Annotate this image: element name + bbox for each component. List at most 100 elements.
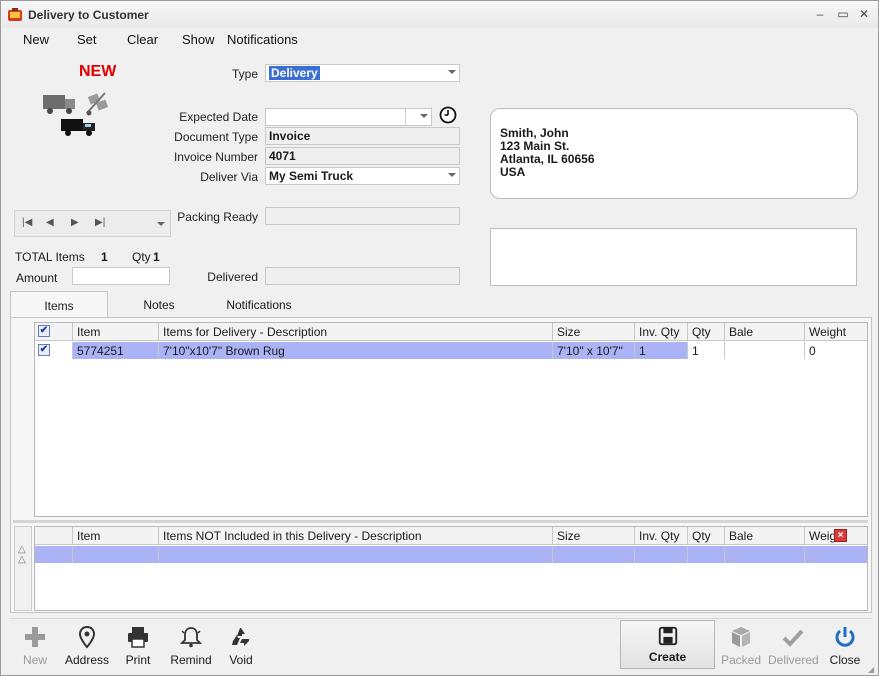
close-window-button[interactable]: ✕	[856, 6, 872, 22]
checkmark-icon	[782, 629, 804, 647]
address-line-country: USA	[500, 165, 526, 179]
grid-splitter[interactable]	[13, 520, 868, 523]
column-description[interactable]: Items NOT Included in this Delivery - De…	[159, 527, 553, 544]
table-row[interactable]: ✔ 5774251 7'10"x10'7" Brown Rug 7'10" x …	[35, 342, 867, 359]
invoice-number-field: 4071	[265, 147, 460, 165]
column-item[interactable]: Item	[73, 527, 159, 544]
box-icon	[732, 627, 750, 647]
empty-cell[interactable]	[725, 546, 805, 563]
cell-bale[interactable]	[725, 342, 805, 359]
column-size[interactable]: Size	[553, 323, 635, 340]
total-items-value: 1	[101, 250, 108, 264]
close-button[interactable]: Close	[820, 621, 870, 669]
divider	[405, 109, 406, 125]
remind-button[interactable]: Remind	[166, 621, 216, 669]
cell-description[interactable]: 7'10"x10'7" Brown Rug	[159, 342, 553, 359]
minimize-button[interactable]: –	[812, 6, 828, 22]
column-size[interactable]: Size	[553, 527, 635, 544]
column-inv-qty[interactable]: Inv. Qty	[635, 527, 688, 544]
menu-clear[interactable]: Clear	[125, 32, 160, 47]
void-button-label: Void	[229, 653, 253, 667]
resize-grip-icon[interactable]: ◢	[868, 665, 874, 674]
row-checkbox[interactable]: ✔	[38, 344, 50, 356]
maximize-button[interactable]: ▭	[835, 6, 851, 22]
bell-icon	[179, 627, 203, 648]
document-type-label: Document Type	[174, 130, 258, 144]
prev-record-icon[interactable]: ◀	[46, 217, 54, 228]
menu-notifications[interactable]: Notifications	[225, 32, 300, 47]
empty-cell[interactable]	[159, 546, 553, 563]
map-pin-icon	[78, 625, 96, 649]
first-record-icon[interactable]: |◀	[22, 217, 32, 228]
deliver-via-dropdown[interactable]: My Semi Truck	[265, 167, 460, 185]
print-button[interactable]: Print	[113, 621, 163, 669]
menu-show[interactable]: Show	[180, 32, 217, 47]
menu-new[interactable]: New	[21, 32, 51, 47]
next-record-icon[interactable]: ▶	[71, 217, 79, 228]
column-bale[interactable]: Bale	[725, 527, 805, 544]
expected-date-label: Expected Date	[179, 110, 258, 124]
plus-icon	[25, 627, 45, 647]
record-navigator: |◀ ◀ ▶ ▶|	[14, 210, 171, 237]
column-inv-qty[interactable]: Inv. Qty	[635, 323, 688, 340]
excluded-grid-handle[interactable]: △ △	[14, 526, 32, 611]
status-new-label: NEW	[79, 63, 117, 80]
tab-notifications[interactable]: Notifications	[211, 291, 307, 318]
excluded-items-grid[interactable]: Item Items NOT Included in this Delivery…	[34, 526, 868, 611]
select-all-column[interactable]: ✔	[35, 323, 73, 340]
total-items-label: TOTAL Items	[15, 250, 85, 264]
cell-qty[interactable]: 1	[688, 342, 725, 359]
empty-cell[interactable]	[35, 546, 73, 563]
chevron-down-icon[interactable]	[157, 222, 165, 226]
column-qty[interactable]: Qty	[688, 323, 725, 340]
customer-address-box[interactable]: Smith, John 123 Main St. Atlanta, IL 606…	[490, 108, 858, 199]
delivered-button[interactable]: Delivered	[768, 621, 819, 669]
save-disk-icon	[658, 626, 677, 646]
remove-row-icon[interactable]: ×	[834, 529, 847, 542]
void-button[interactable]: Void	[216, 621, 266, 669]
packed-button[interactable]: Packed	[716, 621, 766, 669]
cell-weight[interactable]: 0	[805, 342, 867, 359]
last-record-icon[interactable]: ▶|	[95, 217, 105, 228]
column-bale[interactable]: Bale	[725, 323, 805, 340]
column-description[interactable]: Items for Delivery - Description	[159, 323, 553, 340]
chevron-down-icon[interactable]	[420, 114, 428, 118]
cell-size[interactable]: 7'10" x 10'7"	[553, 342, 635, 359]
deliver-via-label: Deliver Via	[200, 170, 258, 184]
tab-notes[interactable]: Notes	[114, 291, 204, 318]
empty-cell[interactable]	[635, 546, 688, 563]
chevron-down-icon	[448, 70, 456, 74]
row-select-cell[interactable]: ✔	[35, 342, 73, 359]
move-up-icon[interactable]: △ △	[18, 545, 26, 565]
clock-icon[interactable]	[439, 106, 457, 124]
column-weight[interactable]: Weight	[805, 323, 867, 340]
menu-set[interactable]: Set	[75, 32, 99, 47]
remind-button-label: Remind	[170, 653, 212, 667]
address-line-city: Atlanta, IL 60656	[500, 152, 595, 166]
close-button-label: Close	[829, 653, 861, 667]
chevron-down-icon	[448, 173, 456, 177]
amount-field[interactable]	[72, 267, 170, 285]
items-grid-header: ✔ Item Items for Delivery - Description …	[35, 323, 867, 341]
empty-cell[interactable]	[73, 546, 159, 563]
cell-inv-qty[interactable]: 1	[635, 342, 688, 359]
select-all-checkbox[interactable]: ✔	[38, 325, 50, 337]
expected-date-field[interactable]	[265, 108, 432, 126]
empty-cell[interactable]	[805, 546, 867, 563]
column-item[interactable]: Item	[73, 323, 159, 340]
empty-cell[interactable]	[553, 546, 635, 563]
title-bar[interactable]: Delivery to Customer – ▭ ✕	[1, 1, 878, 28]
address-button[interactable]: Address	[62, 621, 112, 669]
column-qty[interactable]: Qty	[688, 527, 725, 544]
cell-item[interactable]: 5774251	[73, 342, 159, 359]
table-row[interactable]	[35, 546, 867, 563]
items-grid[interactable]: ✔ Item Items for Delivery - Description …	[34, 322, 868, 517]
recycle-icon	[232, 628, 249, 646]
create-button[interactable]: Create	[620, 620, 715, 669]
delivery-note-box[interactable]	[490, 228, 857, 286]
tab-items[interactable]: Items	[10, 291, 108, 318]
type-dropdown[interactable]: Delivery	[265, 64, 460, 82]
type-value: Delivery	[269, 66, 320, 80]
empty-cell[interactable]	[688, 546, 725, 563]
new-button[interactable]: New	[10, 621, 60, 669]
